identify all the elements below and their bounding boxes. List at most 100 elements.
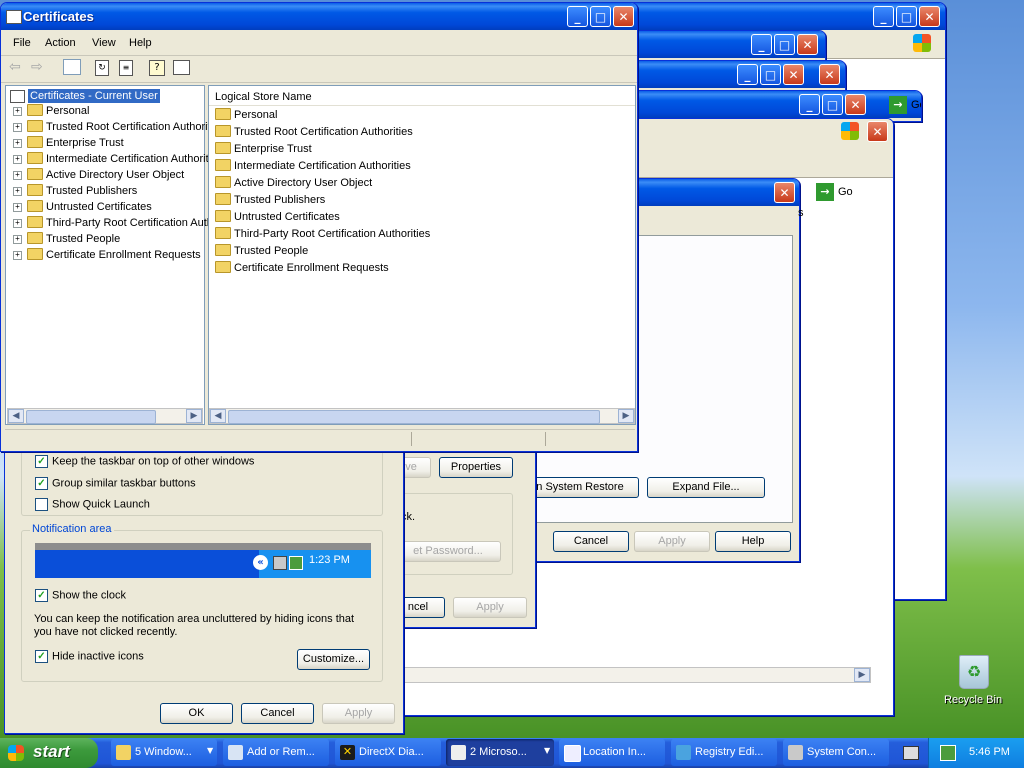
recycle-bin-icon[interactable]: ♻ bbox=[959, 655, 989, 689]
taskbar-item-directx[interactable]: ✕ DirectX Dia... bbox=[335, 739, 441, 766]
maximize-icon[interactable]: □ bbox=[822, 94, 843, 115]
expand-plus-icon[interactable]: + bbox=[13, 234, 22, 244]
properties-icon[interactable] bbox=[173, 60, 190, 75]
apply-button[interactable]: Apply bbox=[453, 597, 527, 618]
help-button[interactable]: Help bbox=[715, 531, 791, 552]
tree-item-trusted-people[interactable]: + Trusted People bbox=[13, 231, 120, 247]
ok-button[interactable]: OK bbox=[160, 703, 233, 724]
close-icon[interactable]: ✕ bbox=[783, 64, 804, 85]
apply-button[interactable]: Apply bbox=[322, 703, 395, 724]
minimize-icon[interactable]: _ bbox=[799, 94, 820, 115]
menu-file[interactable]: File bbox=[13, 37, 31, 49]
taskbar-item-add-remove[interactable]: Add or Rem... bbox=[223, 739, 329, 766]
close-icon[interactable]: ✕ bbox=[774, 182, 795, 203]
help-icon[interactable]: ? bbox=[149, 60, 165, 76]
group-similar-checkbox[interactable]: ✓ Group similar taskbar buttons bbox=[35, 477, 196, 490]
expand-plus-icon[interactable]: + bbox=[13, 138, 22, 148]
scroll-left-icon[interactable]: ◀ bbox=[8, 409, 24, 423]
expand-chevron-icon[interactable]: « bbox=[253, 555, 268, 570]
refresh-icon[interactable]: ↻ bbox=[95, 60, 109, 76]
taskbar-item-windows-group[interactable]: 5 Window... bbox=[111, 739, 217, 766]
cancel-button[interactable]: Cancel bbox=[553, 531, 629, 552]
expand-plus-icon[interactable]: + bbox=[13, 154, 22, 164]
scroll-right-icon[interactable]: ▶ bbox=[854, 668, 870, 682]
taskbar-item-registry[interactable]: Registry Edi... bbox=[671, 739, 777, 766]
expand-plus-icon[interactable]: + bbox=[13, 186, 22, 196]
tray-clock[interactable]: 5:46 PM bbox=[969, 746, 1010, 758]
expand-plus-icon[interactable]: + bbox=[13, 202, 22, 212]
list-item-trusted-publishers[interactable]: Trusted Publishers bbox=[215, 192, 325, 209]
list-item-enrollment-requests[interactable]: Certificate Enrollment Requests bbox=[215, 260, 389, 277]
list-item-trusted-people[interactable]: Trusted People bbox=[215, 243, 308, 260]
back-window-1-titlebar[interactable]: _ □ ✕ bbox=[621, 3, 945, 30]
close-icon[interactable]: ✕ bbox=[845, 94, 866, 115]
scroll-right-icon[interactable]: ▶ bbox=[186, 409, 202, 423]
close-icon[interactable]: ✕ bbox=[613, 6, 634, 27]
taskbar-item-microsoft-group[interactable]: 2 Microso... bbox=[446, 739, 554, 766]
keyboard-icon[interactable] bbox=[903, 746, 919, 760]
go-label[interactable]: Go bbox=[838, 186, 853, 198]
taskbar-item-location[interactable]: Location In... bbox=[559, 739, 665, 766]
reset-password-button[interactable]: et Password... bbox=[395, 541, 501, 562]
minimize-icon[interactable]: _ bbox=[567, 6, 588, 27]
recycle-bin-label[interactable]: Recycle Bin bbox=[944, 694, 1002, 706]
maximize-icon[interactable]: □ bbox=[774, 34, 795, 55]
quick-launch-checkbox[interactable]: Show Quick Launch bbox=[35, 498, 150, 511]
go-arrow-icon[interactable]: → bbox=[816, 183, 834, 201]
minimize-icon[interactable]: _ bbox=[751, 34, 772, 55]
list-item-third-party-root[interactable]: Third-Party Root Certification Authoriti… bbox=[215, 226, 430, 243]
column-header-logical-store[interactable]: Logical Store Name bbox=[215, 91, 312, 103]
tree-item-active-directory[interactable]: + Active Directory User Object bbox=[13, 167, 184, 183]
maximize-icon[interactable]: □ bbox=[760, 64, 781, 85]
expand-plus-icon[interactable]: + bbox=[13, 106, 22, 116]
certificates-titlebar[interactable]: Certificates _ □ ✕ bbox=[1, 3, 637, 30]
scroll-right-icon[interactable]: ▶ bbox=[618, 409, 634, 423]
dropdown-arrow-icon[interactable]: ▼ bbox=[544, 746, 550, 755]
expand-file-button[interactable]: Expand File... bbox=[647, 477, 765, 498]
back-arrow-icon[interactable]: ⇦ bbox=[9, 59, 21, 75]
list-item-trusted-root[interactable]: Trusted Root Certification Authorities bbox=[215, 124, 413, 141]
properties-button[interactable]: Properties bbox=[439, 457, 513, 478]
close-icon[interactable]: ✕ bbox=[919, 6, 940, 27]
tree-pane[interactable]: Certificates - Current User + Personal + T… bbox=[5, 85, 242, 425]
cancel-button[interactable]: Cancel bbox=[241, 703, 314, 724]
tree-item-intermediate[interactable]: + Intermediate Certification Authorities bbox=[13, 151, 223, 167]
scroll-left-icon[interactable]: ◀ bbox=[210, 409, 226, 423]
tree-item-trusted-publishers[interactable]: + Trusted Publishers bbox=[13, 183, 137, 199]
minimize-icon[interactable]: _ bbox=[873, 6, 894, 27]
scroll-thumb[interactable] bbox=[228, 410, 600, 424]
tree-item-personal[interactable]: + Personal bbox=[13, 103, 89, 119]
start-button[interactable]: start bbox=[0, 738, 98, 768]
expand-plus-icon[interactable]: + bbox=[13, 122, 22, 132]
list-item-active-directory[interactable]: Active Directory User Object bbox=[215, 175, 372, 192]
show-hide-tree-icon[interactable] bbox=[63, 59, 81, 75]
system-restore-button[interactable]: n System Restore bbox=[521, 477, 639, 498]
tree-item-enrollment-requests[interactable]: + Certificate Enrollment Requests bbox=[13, 247, 201, 263]
menu-view[interactable]: View bbox=[92, 37, 116, 49]
expand-plus-icon[interactable]: + bbox=[13, 170, 22, 180]
keep-on-top-checkbox[interactable]: ✓ Keep the taskbar on top of other window… bbox=[35, 455, 254, 468]
list-item-enterprise-trust[interactable]: Enterprise Trust bbox=[215, 141, 312, 158]
network-tray-icon[interactable] bbox=[940, 745, 956, 761]
apply-button[interactable]: Apply bbox=[634, 531, 710, 552]
minimize-icon[interactable]: _ bbox=[737, 64, 758, 85]
export-list-icon[interactable]: ≡ bbox=[119, 60, 133, 76]
menu-action[interactable]: Action bbox=[45, 37, 76, 49]
horizontal-scrollbar[interactable]: ▶ bbox=[401, 667, 871, 683]
go-arrow-icon[interactable]: → bbox=[889, 96, 907, 114]
menu-help[interactable]: Help bbox=[129, 37, 152, 49]
list-horizontal-scrollbar[interactable]: ◀ ▶ bbox=[209, 408, 635, 424]
close-icon[interactable]: ✕ bbox=[867, 121, 888, 142]
tree-item-enterprise-trust[interactable]: + Enterprise Trust bbox=[13, 135, 124, 151]
maximize-icon[interactable]: □ bbox=[896, 6, 917, 27]
go-label[interactable]: Go bbox=[911, 99, 921, 111]
tree-item-trusted-root[interactable]: + Trusted Root Certification Authorities bbox=[13, 119, 225, 135]
tree-horizontal-scrollbar[interactable]: ◀ ▶ bbox=[7, 408, 203, 424]
close-icon[interactable]: ✕ bbox=[797, 34, 818, 55]
forward-arrow-icon[interactable]: ⇨ bbox=[31, 59, 43, 75]
scroll-thumb[interactable] bbox=[26, 410, 156, 424]
hide-inactive-checkbox[interactable]: ✓ Hide inactive icons bbox=[35, 650, 144, 663]
tree-root[interactable]: Certificates - Current User bbox=[28, 89, 160, 103]
expand-plus-icon[interactable]: + bbox=[13, 250, 22, 260]
dropdown-arrow-icon[interactable]: ▼ bbox=[207, 746, 213, 755]
